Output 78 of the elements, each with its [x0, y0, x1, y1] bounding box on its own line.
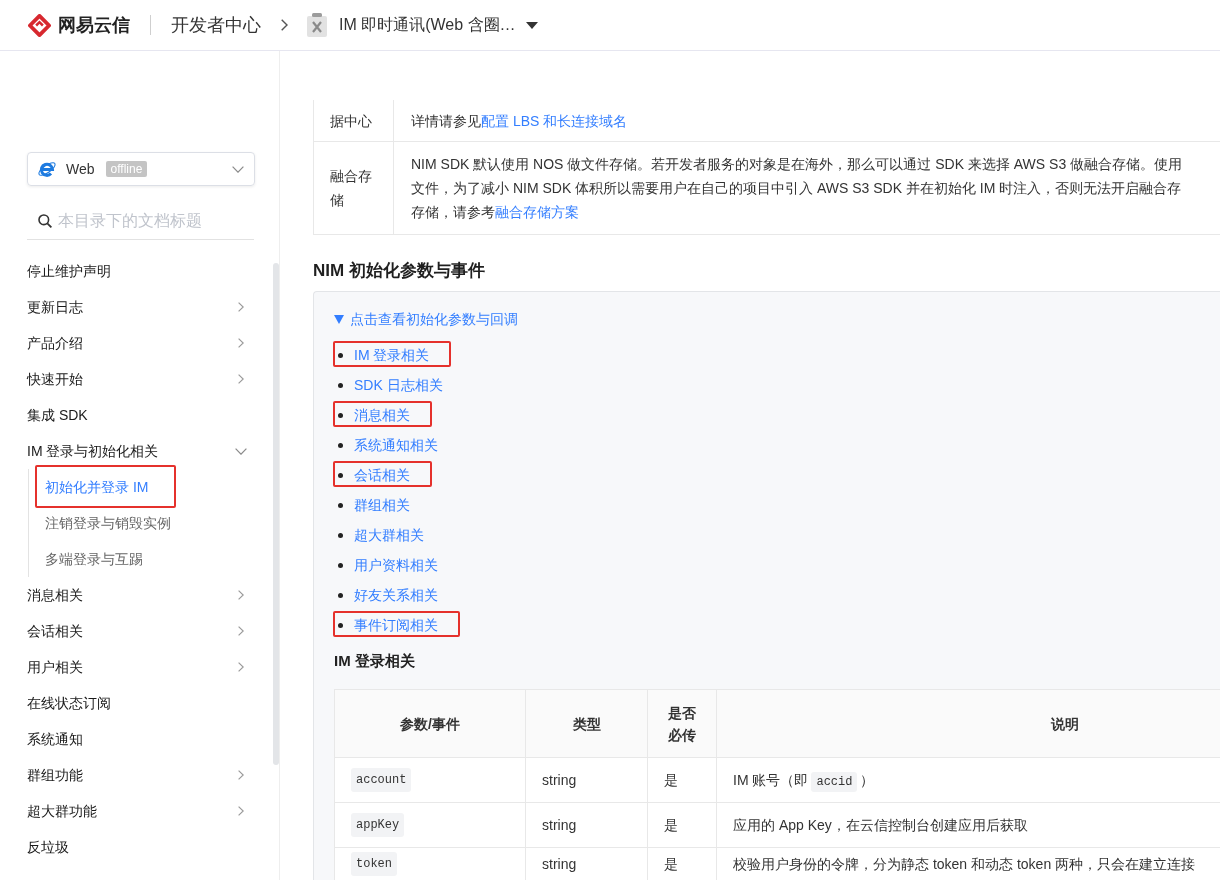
search-icon [38, 214, 52, 228]
nav-item[interactable]: 反垃圾 [27, 829, 254, 865]
bullet-icon [338, 352, 343, 358]
toc-link[interactable]: IM 登录相关 [354, 344, 430, 366]
nav-item[interactable]: 用户相关 [27, 649, 254, 685]
nav-subitem[interactable]: 初始化并登录 IM [45, 479, 149, 495]
nav-item[interactable]: 快速开始 [27, 361, 254, 397]
toc-link[interactable]: 超大群相关 [354, 524, 424, 546]
caret-down-icon [334, 314, 344, 324]
toc-link[interactable]: 群组相关 [354, 494, 410, 516]
nav-item[interactable]: 在线状态订阅 [27, 685, 254, 721]
nav-item[interactable]: 集成 SDK [27, 397, 254, 433]
toc-link[interactable]: 系统通知相关 [354, 434, 438, 456]
cell-text: NIM SDK 默认使用 NOS 做文件存储。若开发者服务的对象是在海外，那么可以通过 SDK 来选择 AWS S3 做融合存储。使用 文件，为了减小 NIM SDK 体积所以需要用户在自己的项目中引入 AWS S3 SDK 并在初始化 IM 时注入，否则无法开启融合存 存储，请参考融合存储方案 [411, 155, 1183, 222]
chevron-right-icon [281, 19, 288, 31]
toc-link[interactable]: 会话相关 [354, 464, 410, 486]
scrollbar-thumb[interactable] [273, 263, 279, 765]
section-link[interactable]: 开发者中心 [171, 11, 261, 39]
toc-link[interactable]: 消息相关 [354, 404, 410, 426]
table-cell: string [526, 803, 648, 848]
details-toggle[interactable]: 点击查看初始化参数与回调 [334, 309, 1220, 329]
brand-name[interactable]: 网易云信 [58, 11, 130, 39]
nav-item[interactable]: 更新日志 [27, 289, 254, 325]
table-cell: 是 [648, 758, 717, 803]
bullet-icon [338, 382, 343, 388]
nav-item[interactable]: 消息相关 [27, 577, 254, 613]
table-cell: 据中心 [314, 100, 394, 141]
nav-item[interactable]: 会话相关 [27, 613, 254, 649]
nav-item[interactable]: 超大群功能 [27, 793, 254, 829]
inline-code: accid [811, 771, 858, 792]
platform-select[interactable]: Web offline [27, 152, 255, 186]
bullet-icon [338, 562, 343, 568]
table-cell: string [526, 758, 648, 803]
column-header: 类型 [526, 690, 648, 758]
toc-link[interactable]: SDK 日志相关 [354, 374, 443, 396]
product-switcher[interactable]: IM 即时通讯(Web 含圈… [339, 13, 516, 37]
column-header: 说明 [717, 690, 1220, 758]
cell-text: 详情请参见配置 LBS 和长连接域名 [411, 111, 628, 131]
e-letter-icon [37, 159, 57, 179]
doc-link[interactable]: 融合存储方案 [495, 204, 579, 220]
table-cell: 是 [648, 803, 717, 848]
caret-down-icon[interactable] [525, 21, 538, 29]
nav-item[interactable]: 产品介绍 [27, 325, 254, 361]
search-field[interactable]: 本目录下的文档标题 [27, 203, 254, 240]
column-header: 是否必传 [648, 690, 717, 758]
nav-item[interactable]: 系统通知 [27, 721, 254, 757]
nav-subitem[interactable]: 注销登录与销毁实例 [45, 515, 171, 531]
nav-subitem[interactable]: 多端登录与互踢 [45, 551, 143, 567]
chevron-down-icon [232, 165, 244, 173]
toc-link[interactable]: 用户资料相关 [354, 554, 438, 576]
status-badge: offline [105, 161, 148, 177]
inline-code: appKey [351, 813, 405, 837]
bullet-icon [338, 472, 343, 478]
table-cell: string [526, 848, 648, 880]
table-cell: 是 [648, 848, 717, 880]
nav-item[interactable]: 停止维护声明 [27, 253, 254, 289]
table-cell: 融合存储 [314, 141, 394, 234]
doc-link[interactable]: 配置 LBS 和长连接域名 [481, 112, 628, 129]
section-heading: NIM 初始化参数与事件 [313, 260, 486, 282]
toc-link[interactable]: 好友关系相关 [354, 584, 438, 606]
bullet-icon [338, 592, 343, 598]
bullet-icon [338, 532, 343, 538]
cell-text: 校验用户身份的令牌，分为静态 token 和动态 token 两种，只会在建立连接 [733, 854, 1196, 874]
logo-icon[interactable] [28, 13, 51, 37]
toc-link[interactable]: 事件订阅相关 [354, 614, 438, 636]
cell-text: IM 账号（即 accid ） [733, 769, 875, 791]
subsection-heading: IM 登录相关 [334, 651, 416, 671]
nav-item[interactable]: 群组功能 [27, 757, 254, 793]
bullet-icon [338, 412, 343, 418]
bullet-icon [338, 442, 343, 448]
tools-tile-icon [307, 13, 327, 37]
column-header: 参数/事件 [335, 690, 526, 758]
bullet-icon [338, 622, 343, 628]
inline-code: account [351, 768, 412, 792]
nav-item[interactable]: IM 登录与初始化相关 [27, 433, 254, 469]
bullet-icon [338, 502, 343, 508]
cell-text: 应用的 App Key，在云信控制台创建应用后获取 [733, 815, 1028, 835]
inline-code: token [351, 852, 397, 876]
